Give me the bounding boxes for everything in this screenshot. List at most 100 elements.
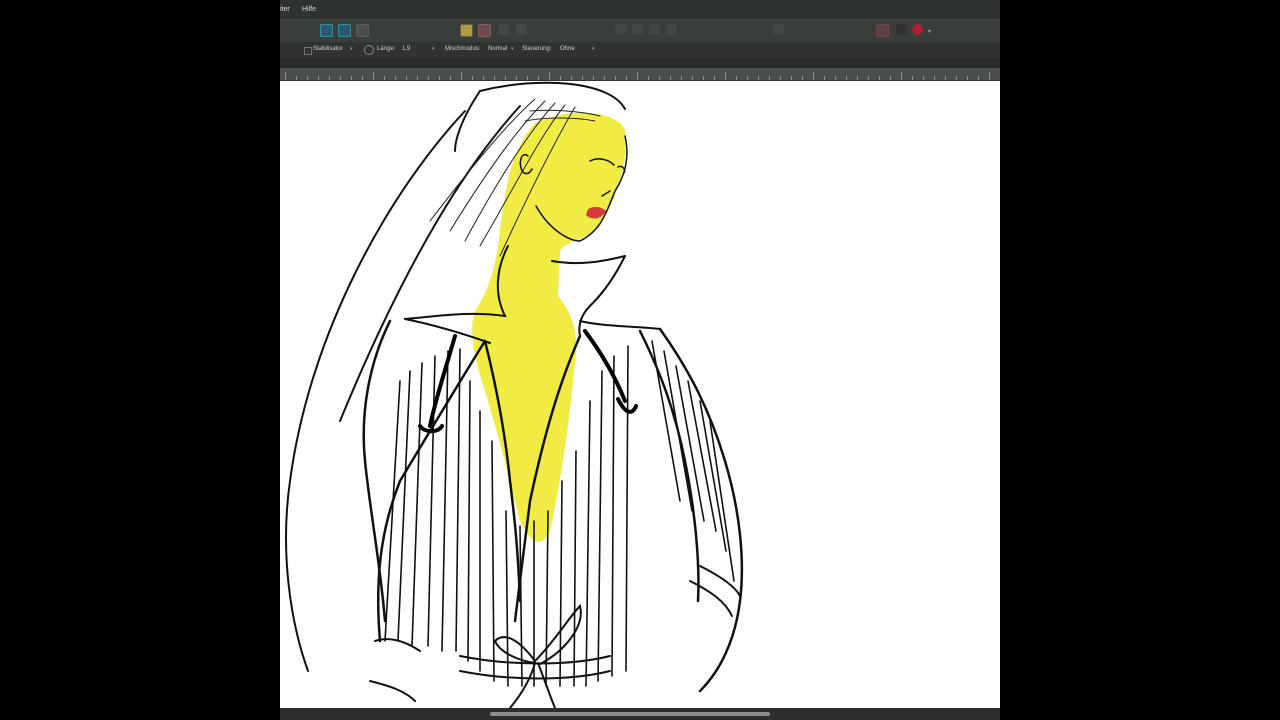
stabilizer-checkbox[interactable]	[304, 47, 312, 55]
transform-icon[interactable]	[356, 24, 369, 37]
ruler-tick	[285, 72, 286, 80]
chevron-down-icon[interactable]: ▾	[592, 46, 595, 52]
toolbar-button-disabled[interactable]	[649, 24, 660, 35]
ruler-tick	[417, 76, 418, 80]
ruler-tick	[912, 76, 913, 80]
menu-item-partial[interactable]: iter	[280, 6, 290, 13]
ruler-tick	[296, 76, 297, 80]
horizontal-scrollbar[interactable]	[280, 708, 1000, 720]
ruler-tick	[329, 76, 330, 80]
ruler-tick	[362, 76, 363, 80]
ruler-tick	[967, 76, 968, 80]
ruler-tick	[956, 76, 957, 80]
ruler-tick	[692, 76, 693, 80]
control-select[interactable]: Ohne	[560, 46, 575, 52]
ruler-tick	[560, 76, 561, 80]
ruler-tick	[835, 76, 836, 80]
color-swatch-icon[interactable]	[912, 24, 923, 35]
ruler-tick	[681, 76, 682, 80]
ruler-tick	[780, 76, 781, 80]
chevron-down-icon[interactable]: ▾	[928, 28, 931, 35]
ruler-tick	[703, 76, 704, 80]
paint-app-window: iter Hilfe ▾ Stabilisator ▾ Länge: 1,9 ▾…	[280, 0, 1000, 720]
ruler-tick	[593, 76, 594, 80]
layer-group-icon[interactable]	[460, 24, 473, 37]
ruler-tick	[373, 72, 374, 80]
ruler-tick	[538, 76, 539, 80]
ruler-tick	[340, 76, 341, 80]
stabilizer-label: Stabilisator	[313, 46, 343, 52]
ruler-tick	[318, 76, 319, 80]
ruler-tick	[714, 76, 715, 80]
rotate-icon[interactable]	[364, 45, 374, 55]
fashion-sketch	[285, 81, 744, 708]
select-rectangle-icon[interactable]	[320, 24, 333, 37]
toolbar-button-disabled[interactable]	[632, 24, 643, 35]
ruler-tick	[934, 76, 935, 80]
ruler-tick	[439, 76, 440, 80]
ruler-tick	[428, 76, 429, 80]
ruler-tick	[637, 72, 638, 80]
blend-mode-label: Mischmodus:	[445, 46, 481, 52]
toolbar-button-disabled[interactable]	[773, 24, 784, 35]
scrollbar-thumb[interactable]	[490, 712, 770, 716]
toolbar-button-disabled[interactable]	[896, 24, 907, 35]
hand-sketch	[369, 565, 741, 702]
ruler-tick	[461, 72, 462, 80]
ruler-tick	[747, 76, 748, 80]
chevron-down-icon[interactable]: ▾	[432, 46, 435, 52]
ruler-tick	[483, 76, 484, 80]
ruler-tick	[890, 76, 891, 80]
ruler-tick	[582, 76, 583, 80]
horizontal-ruler	[280, 68, 1000, 81]
ruler-tick	[307, 76, 308, 80]
select-lasso-icon[interactable]	[338, 24, 351, 37]
ruler-tick	[901, 72, 902, 80]
ruler-tick	[923, 76, 924, 80]
grid-icon[interactable]	[876, 24, 889, 37]
ruler-tick	[626, 76, 627, 80]
menu-bar: iter Hilfe	[280, 0, 1000, 19]
blend-mode-select[interactable]: Normal	[488, 46, 507, 52]
ruler-tick	[802, 76, 803, 80]
ruler-tick	[813, 72, 814, 80]
ruler-tick	[791, 76, 792, 80]
layer-add-icon[interactable]	[478, 24, 491, 37]
ruler-tick	[769, 76, 770, 80]
toolbar-button-disabled[interactable]	[615, 24, 626, 35]
length-label: Länge:	[377, 46, 396, 52]
panel-separator	[280, 58, 1000, 68]
ruler-tick	[846, 76, 847, 80]
menu-item-help[interactable]: Hilfe	[302, 6, 316, 13]
ruler-tick	[516, 76, 517, 80]
ruler-tick	[494, 76, 495, 80]
ruler-tick	[571, 76, 572, 80]
ruler-tick	[648, 76, 649, 80]
tool-options-bar: Stabilisator ▾ Länge: 1,9 ▾ Mischmodus: …	[280, 42, 1000, 58]
ruler-tick	[758, 76, 759, 80]
ruler-tick	[351, 76, 352, 80]
ruler-tick	[527, 76, 528, 80]
ruler-tick	[549, 72, 550, 80]
ruler-tick	[857, 76, 858, 80]
ruler-tick	[989, 72, 990, 80]
chevron-down-icon[interactable]: ▾	[511, 46, 514, 52]
toolbar-button-disabled[interactable]	[498, 24, 509, 35]
ruler-tick	[406, 76, 407, 80]
toolbar-button-disabled[interactable]	[516, 24, 527, 35]
ruler-tick	[868, 76, 869, 80]
ruler-tick	[505, 76, 506, 80]
chevron-down-icon[interactable]: ▾	[350, 46, 353, 52]
skin-highlight	[472, 112, 626, 542]
ruler-tick	[736, 76, 737, 80]
toolbar-button-disabled[interactable]	[666, 24, 677, 35]
ruler-tick	[978, 76, 979, 80]
ruler-tick	[879, 76, 880, 80]
ruler-tick	[945, 76, 946, 80]
ruler-tick	[670, 76, 671, 80]
control-label: Steuerung:	[522, 46, 552, 52]
ruler-tick	[450, 76, 451, 80]
drawing-canvas[interactable]	[280, 81, 1000, 708]
ruler-tick	[604, 76, 605, 80]
length-field[interactable]: 1,9	[402, 46, 410, 52]
